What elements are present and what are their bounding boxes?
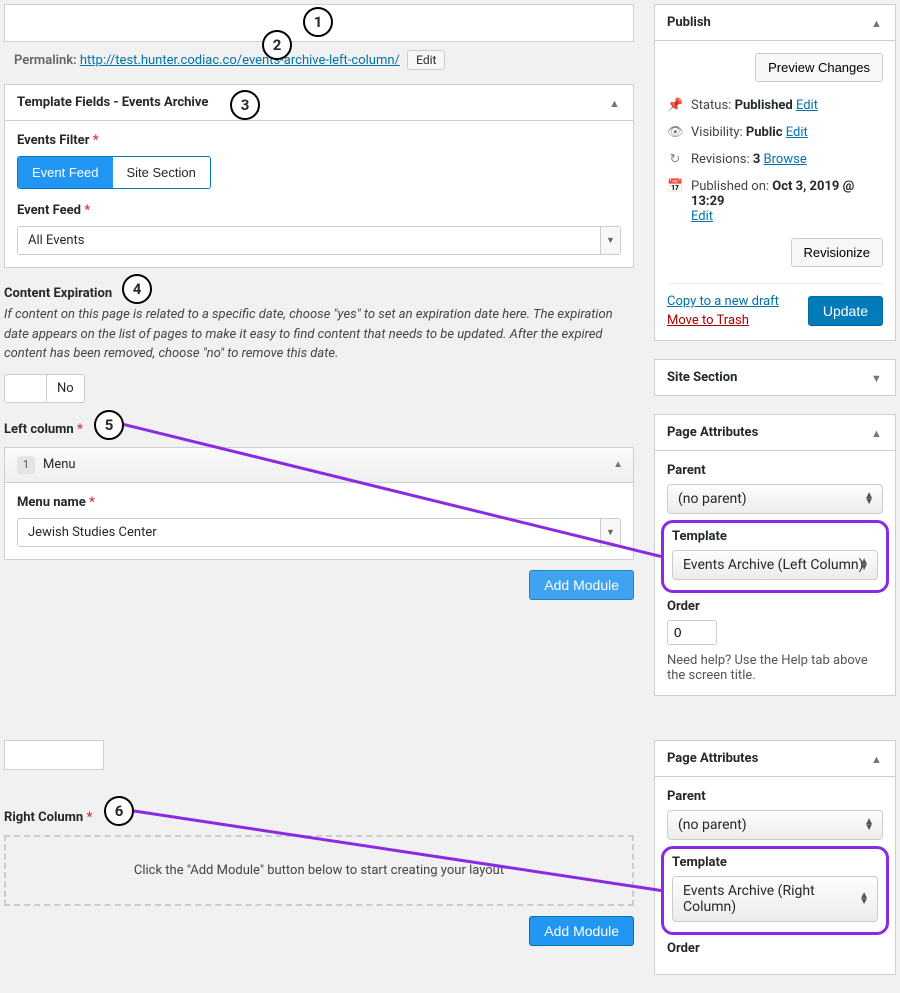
updown-icon: ▲▼ [859,893,869,905]
add-module-button-left[interactable]: Add Module [529,570,634,600]
page-attr-title-2: Page Attributes [667,751,758,766]
template-label-2: Template [672,855,878,870]
page-attr-header-1[interactable]: Page Attributes [655,415,895,451]
status-edit-link[interactable]: Edit [796,98,818,113]
updown-icon: ▲▼ [864,819,874,831]
copy-draft-link[interactable]: Copy to a new draft [667,294,779,309]
events-filter-label: Events Filter * [17,133,621,148]
collapse-icon[interactable] [871,17,883,29]
event-feed-select[interactable]: All Events [17,226,621,255]
parent-label-1: Parent [667,463,883,478]
publish-title: Publish [667,15,711,30]
annotation-circle-6: 6 [104,796,134,826]
permalink-edit-button[interactable]: Edit [407,50,445,70]
revisionize-button[interactable]: Revisionize [791,238,883,267]
menu-name-select[interactable]: Jewish Studies Center [17,518,621,547]
annotation-circle-1: 1 [303,7,333,37]
event-feed-select-wrap[interactable]: All Events ▼ [17,226,621,255]
content-expiration-title: Content Expiration [4,286,634,301]
updown-icon: ▲▼ [864,493,874,505]
fragment-box [4,740,104,770]
repeater-row-header[interactable]: 1 Menu ▲ [5,448,633,483]
publish-header[interactable]: Publish [655,5,895,41]
site-section-header[interactable]: Site Section [655,360,895,395]
history-icon: ↻ [667,152,683,167]
parent-select-1[interactable]: (no parent) ▲▼ [667,484,883,514]
event-feed-label: Event Feed * [17,203,621,218]
page-attr-header-2[interactable]: Page Attributes [655,741,895,777]
template-highlight-1: Template Events Archive (Left Column) ▲▼ [661,520,889,593]
page-attr-help: Need help? Use the Help tab above the sc… [667,645,883,683]
move-trash-link[interactable]: Move to Trash [667,313,779,328]
collapse-icon[interactable] [871,427,883,439]
right-column-section: Right Column * 6 Click the "Add Module" … [4,810,634,946]
annotation-circle-3: 3 [230,90,260,120]
left-column-section: Left column * 5 1 Menu ▲ Menu name * Jew… [4,422,634,600]
order-input-1[interactable] [667,620,717,645]
annotation-circle-2: 2 [262,30,292,60]
pin-icon: 📌 [667,98,683,113]
menu-name-select-wrap[interactable]: Jewish Studies Center ▼ [17,518,621,547]
eye-icon: 👁 [667,125,683,140]
update-button[interactable]: Update [808,296,883,326]
published-row: 📅 Published on: Oct 3, 2019 @ 13:29Edit [667,173,883,230]
page-attributes-box-1: Page Attributes Parent (no parent) ▲▼ Te… [654,414,896,696]
chevron-down-icon: ▼ [600,227,620,254]
chevron-down-icon: ▼ [600,519,620,546]
repeater-row-number: 1 [17,456,35,474]
expiration-toggle[interactable]: No [4,374,85,403]
revisions-browse-link[interactable]: Browse [764,152,807,167]
content-expiration-desc: If content on this page is related to a … [4,305,634,364]
expiration-toggle-blank[interactable] [5,375,47,402]
updown-icon: ▲▼ [859,559,869,571]
parent-select-2[interactable]: (no parent) ▲▼ [667,810,883,840]
template-select-1[interactable]: Events Archive (Left Column) ▲▼ [672,550,878,580]
permalink-base-link[interactable]: http://test.hunter.codiac.co/ [80,53,242,68]
chevron-up-icon[interactable]: ▲ [613,459,623,470]
expiration-toggle-no: No [47,375,84,402]
title-input-row[interactable]: 1 [4,4,634,42]
template-highlight-2: Template Events Archive (Right Column) ▲… [661,846,889,935]
calendar-icon: 📅 [667,179,683,194]
template-fields-box: Template Fields - Events Archive 3 Event… [4,84,634,268]
visibility-edit-link[interactable]: Edit [786,125,808,140]
published-edit-link[interactable]: Edit [691,209,713,224]
preview-changes-button[interactable]: Preview Changes [755,53,883,82]
add-module-button-right[interactable]: Add Module [529,916,634,946]
events-filter-group: Event Feed Site Section [17,156,211,189]
site-section-title: Site Section [667,370,737,385]
order-label-2: Order [667,941,883,956]
event-feed-tab[interactable]: Event Feed [18,157,113,188]
annotation-circle-5: 5 [94,410,124,440]
revisions-row: ↻ Revisions: 3 Browse [667,146,883,173]
permalink-row: Permalink: http://test.hunter.codiac.co/… [4,42,634,84]
publish-box: Publish Preview Changes 📌 Status: Publis… [654,4,896,341]
status-row: 📌 Status: Published Edit [667,92,883,119]
page-attr-title-1: Page Attributes [667,425,758,440]
page-attributes-box-2: Page Attributes Parent (no parent) ▲▼ Te… [654,740,896,975]
permalink-label: Permalink: [14,53,77,68]
site-section-tab[interactable]: Site Section [113,157,210,188]
order-label-1: Order [667,599,883,614]
parent-label-2: Parent [667,789,883,804]
template-fields-header[interactable]: Template Fields - Events Archive [5,85,633,121]
repeater-row-label: Menu [43,457,76,472]
collapse-icon[interactable] [609,97,621,109]
site-section-box: Site Section [654,359,896,396]
left-column-repeater: 1 Menu ▲ Menu name * Jewish Studies Cent… [4,447,634,560]
template-label-1: Template [672,529,878,544]
expand-icon[interactable] [871,372,883,384]
right-column-title: Right Column * [4,810,634,825]
annotation-circle-4: 4 [122,274,152,304]
visibility-row: 👁 Visibility: Public Edit [667,119,883,146]
menu-name-label: Menu name * [17,495,621,510]
collapse-icon[interactable] [871,753,883,765]
template-fields-title: Template Fields - Events Archive [17,95,208,110]
right-column-empty: Click the "Add Module" button below to s… [4,835,634,906]
